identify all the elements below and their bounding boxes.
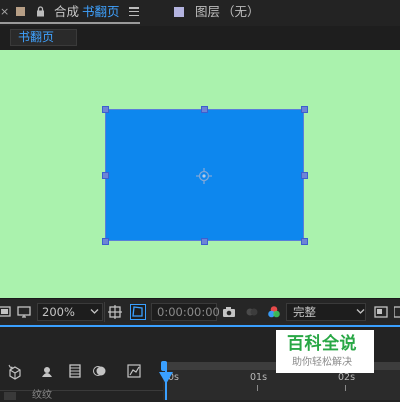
lock-icon[interactable] bbox=[36, 6, 45, 17]
camera-icon[interactable] bbox=[222, 305, 236, 319]
layer-panel-value: （无） bbox=[222, 4, 260, 19]
handle-bottom-left[interactable] bbox=[102, 238, 109, 245]
fast-preview-icon[interactable] bbox=[374, 305, 388, 319]
ruler-label-01s: 01s bbox=[250, 372, 268, 383]
comp-tab-label[interactable]: 书翻页 bbox=[18, 30, 54, 45]
show-snapshot-icon[interactable] bbox=[245, 305, 259, 319]
frame-blending-icon[interactable] bbox=[68, 364, 82, 378]
resolution-value: 完整 bbox=[293, 305, 316, 319]
handle-top-left[interactable] bbox=[102, 106, 109, 113]
ruler-tick bbox=[257, 385, 258, 391]
timecode-field[interactable]: 0:00:00:00 bbox=[151, 303, 220, 321]
mask-toggle-icon[interactable] bbox=[130, 304, 146, 320]
watermark-title: 百科全说 bbox=[287, 334, 357, 354]
handle-bottom-right[interactable] bbox=[301, 238, 308, 245]
zoom-value: 200% bbox=[42, 305, 75, 319]
anchor-point-icon[interactable] bbox=[196, 168, 212, 184]
shy-layers-icon[interactable] bbox=[40, 365, 54, 379]
active-tab-underline bbox=[0, 22, 140, 24]
playhead-marker[interactable] bbox=[159, 372, 173, 384]
comp-panel-prefix[interactable]: 合成 bbox=[54, 4, 79, 20]
timecode-value: 0:00:00:00 bbox=[157, 305, 220, 319]
handle-top-center[interactable] bbox=[201, 106, 208, 113]
comp-panel-name[interactable]: 书翻页 bbox=[82, 4, 120, 20]
3d-draft-icon[interactable] bbox=[7, 364, 23, 380]
color-wheel-icon[interactable] bbox=[267, 305, 281, 319]
comp-color-swatch bbox=[16, 7, 25, 16]
hamburger-icon[interactable] bbox=[129, 7, 139, 17]
handle-top-right[interactable] bbox=[301, 106, 308, 113]
motion-blur-icon[interactable] bbox=[93, 364, 107, 378]
handle-bottom-center[interactable] bbox=[201, 238, 208, 245]
toolbar-divider bbox=[104, 302, 105, 322]
label-swatch[interactable] bbox=[4, 392, 16, 400]
region-icon[interactable] bbox=[0, 305, 12, 319]
layer-name-header: 纹纹 bbox=[32, 390, 52, 401]
layer-panel-swatch bbox=[174, 7, 184, 17]
grid-icon[interactable] bbox=[108, 305, 122, 319]
chevron-down-icon[interactable] bbox=[90, 308, 99, 315]
resolution-dropdown[interactable]: 完整 bbox=[286, 303, 366, 321]
chevron-down-icon[interactable] bbox=[356, 308, 365, 315]
handle-middle-right[interactable] bbox=[301, 172, 308, 179]
ruler-tick bbox=[345, 385, 346, 391]
graph-editor-icon[interactable] bbox=[127, 364, 141, 378]
handle-middle-left[interactable] bbox=[102, 172, 109, 179]
layer-panel-label[interactable]: 图层 bbox=[195, 4, 220, 20]
layer-header-divider bbox=[0, 390, 163, 391]
close-icon[interactable]: × bbox=[0, 5, 9, 19]
display-icon[interactable] bbox=[17, 305, 31, 319]
ruler-label-02s: 02s bbox=[338, 372, 356, 383]
transparency-grid-icon[interactable] bbox=[394, 305, 400, 319]
watermark-subtitle: 助你轻松解决 bbox=[292, 357, 352, 368]
